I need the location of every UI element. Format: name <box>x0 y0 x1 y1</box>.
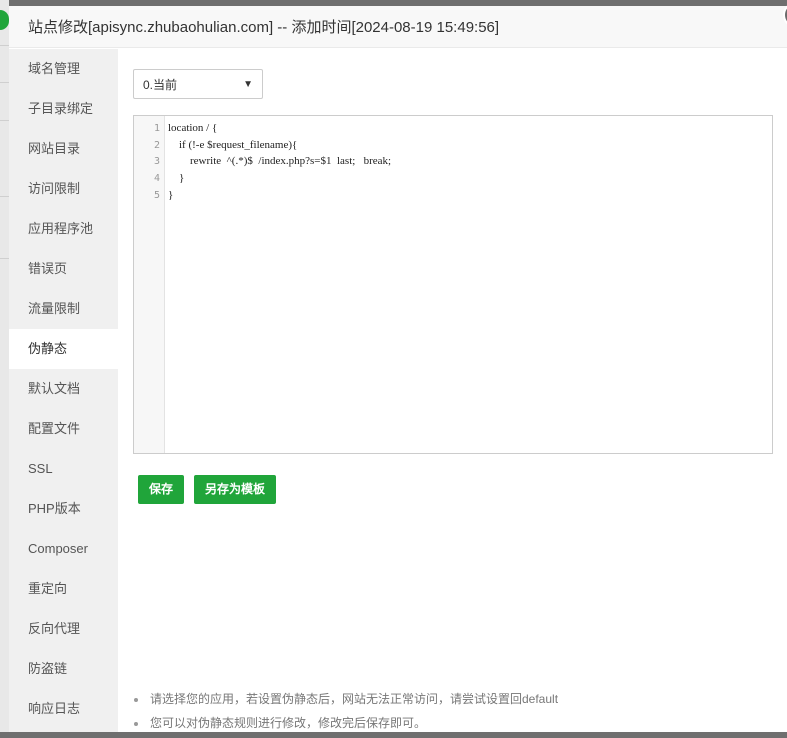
bullet-icon <box>134 698 138 702</box>
sidebar-item-composer[interactable]: Composer <box>9 529 118 569</box>
rewrite-code-editor[interactable]: 1 2 3 4 5 location / { if (!-e $request_… <box>133 115 773 454</box>
modal-title: 站点修改[apisync.zhubaohulian.com] -- 添加时间[2… <box>28 19 500 36</box>
site-settings-modal: 站点修改[apisync.zhubaohulian.com] -- 添加时间[2… <box>9 2 787 732</box>
line-number-gutter: 1 2 3 4 5 <box>134 116 165 453</box>
code-line: } <box>168 189 174 201</box>
sidebar-item-site-directory[interactable]: 网站目录 <box>9 129 118 169</box>
rewrite-template-select[interactable]: 0.当前 ▼ <box>133 69 263 99</box>
line-number: 3 <box>153 156 160 167</box>
background-divider <box>0 82 9 83</box>
bullet-icon <box>134 722 138 726</box>
save-as-template-button[interactable]: 另存为模板 <box>194 475 276 504</box>
modal-header: 站点修改[apisync.zhubaohulian.com] -- 添加时间[2… <box>9 6 787 48</box>
save-button[interactable]: 保存 <box>138 475 184 504</box>
select-value: 0.当前 <box>143 77 178 92</box>
background-divider <box>0 196 9 197</box>
tip-item: 请选择您的应用，若设置伪静态后，网站无法正常访问，请尝试设置回default <box>133 690 773 714</box>
sidebar-item-php-version[interactable]: PHP版本 <box>9 489 118 529</box>
sidebar-item-config-file[interactable]: 配置文件 <box>9 409 118 449</box>
background-divider <box>0 258 9 259</box>
sidebar-item-redirect[interactable]: 重定向 <box>9 569 118 609</box>
background-divider <box>0 45 9 46</box>
tip-item: 您可以对伪静态规则进行修改，修改完后保存即可。 <box>133 714 773 738</box>
sidebar-item-app-pool[interactable]: 应用程序池 <box>9 209 118 249</box>
sidebar-item-hotlink-protection[interactable]: 防盗链 <box>9 649 118 689</box>
code-line: rewrite ^(.*)$ /index.php?s=$1 last; bre… <box>168 155 392 167</box>
code-line: location / { <box>168 122 218 134</box>
code-line: if (!-e $request_filename){ <box>168 139 298 151</box>
line-number: 2 <box>153 140 160 151</box>
sidebar-item-subdir-binding[interactable]: 子目录绑定 <box>9 89 118 129</box>
sidebar-item-traffic-limit[interactable]: 流量限制 <box>9 289 118 329</box>
sidebar-item-response-log[interactable]: 响应日志 <box>9 689 118 729</box>
background-divider <box>0 120 9 121</box>
background-page-strip <box>0 0 9 732</box>
help-tips: 请选择您的应用，若设置伪静态后，网站无法正常访问，请尝试设置回default 您… <box>133 690 773 738</box>
sidebar-item-reverse-proxy[interactable]: 反向代理 <box>9 609 118 649</box>
chevron-down-icon: ▼ <box>243 79 253 90</box>
line-number: 4 <box>153 173 160 184</box>
sidebar-item-ssl[interactable]: SSL <box>9 449 118 489</box>
sidebar-item-error-page[interactable]: 错误页 <box>9 249 118 289</box>
sidebar-item-domain[interactable]: 域名管理 <box>9 49 118 89</box>
tip-text: 您可以对伪静态规则进行修改，修改完后保存即可。 <box>150 716 427 730</box>
rewrite-panel: 0.当前 ▼ 1 2 3 4 5 location / { if (!-e $r… <box>133 49 779 732</box>
tip-text: 请选择您的应用，若设置伪静态后，网站无法正常访问，请尝试设置回default <box>150 692 559 706</box>
sidebar-item-rewrite[interactable]: 伪静态 <box>9 329 118 369</box>
sidebar: 域名管理 子目录绑定 网站目录 访问限制 应用程序池 错误页 流量限制 伪静态 … <box>9 49 118 732</box>
code-line: } <box>168 172 185 184</box>
sidebar-item-access-limit[interactable]: 访问限制 <box>9 169 118 209</box>
sidebar-item-default-doc[interactable]: 默认文档 <box>9 369 118 409</box>
line-number: 5 <box>153 190 160 201</box>
line-number: 1 <box>153 123 160 134</box>
background-logo <box>0 10 9 30</box>
